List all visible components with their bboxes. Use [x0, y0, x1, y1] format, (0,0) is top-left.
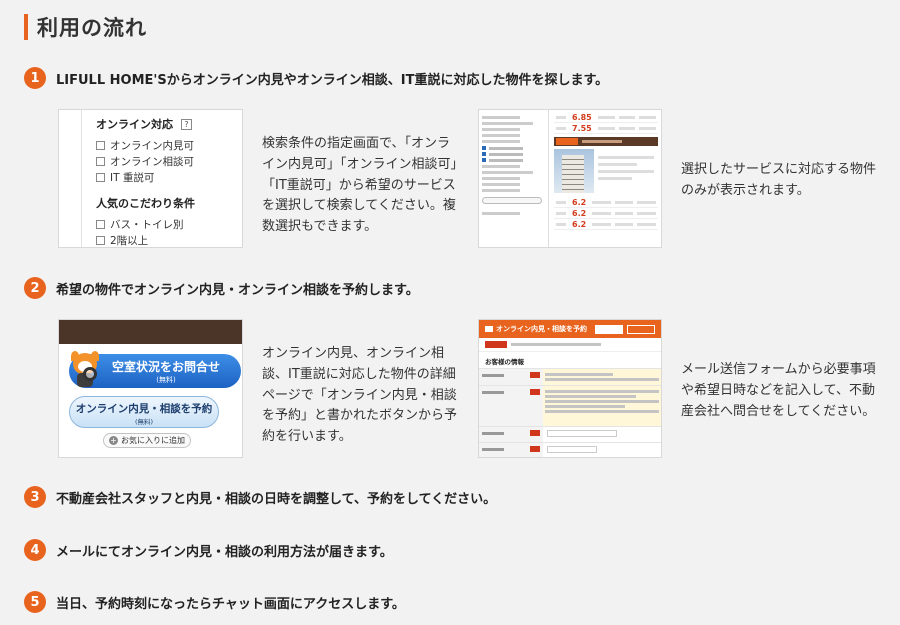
checkbox-label: オンライン内見可 [110, 139, 194, 152]
inquiry-form-screenshot: オンライン内見・相談を予約 お客様の情報 [478, 319, 662, 458]
form-header-title: オンライン内見・相談を予約 [496, 325, 587, 333]
checkbox-icon [96, 140, 105, 150]
result-row: 6.2 [554, 219, 658, 230]
results-list: 6.85 7.55 6.2 6.2 6.2 [551, 110, 661, 247]
step-4: 4 メールにてオンライン内見・相談の利用方法が届きます。 [24, 539, 393, 561]
step-1-desc-left: 検索条件の指定画面で、「オンライン内見可」「オンライン相談可」「IT重説可」から… [262, 136, 458, 235]
checkbox-online-consult: オンライン相談可 [96, 153, 242, 169]
checkbox-icon [96, 172, 105, 182]
page-title: 利用の流れ [24, 12, 147, 42]
help-icon: ? [181, 118, 192, 130]
step-2-desc-right: メール送信フォームから必要事項や希望日時などを記入して、不動産会社へ問合せをして… [681, 362, 876, 419]
kodawari-title: 人気のこだわり条件 [96, 195, 242, 211]
step-1: 1 LIFULL HOME'Sからオンライン内見やオンライン相談、IT重説に対応… [24, 67, 608, 89]
result-row: 7.55 [554, 123, 658, 134]
dark-header-strip [59, 320, 242, 344]
checkbox-label: バス・トイレ別 [110, 218, 184, 231]
online-reserve-label: オンライン内見・相談を予約 [75, 403, 213, 415]
checkbox-label: オンライン相談可 [110, 155, 194, 168]
form-property-row [479, 338, 661, 352]
mascot-icon [71, 351, 99, 387]
result-row: 6.2 [554, 208, 658, 219]
step-5: 5 当日、予約時刻になったらチャット画面にアクセスします。 [24, 591, 405, 613]
step-3-text: 不動産会社スタッフと内見・相談の日時を調整して、予約をしてください。 [56, 491, 497, 507]
form-section-title: お客様の情報 [485, 358, 524, 366]
step-number-badge: 5 [24, 591, 46, 613]
vacancy-inquiry-label: 空室状況をお問合せ [111, 360, 220, 374]
checkbox-online-viewing: オンライン内見可 [96, 137, 242, 153]
checkbox-bath-toilet: バス・トイレ別 [96, 216, 242, 232]
form-row [479, 426, 661, 442]
title-accent-bar [24, 14, 28, 40]
building-listing [554, 149, 658, 195]
step-2-text: 希望の物件でオンライン内見・オンライン相談を予約します。 [56, 282, 419, 298]
online-reserve-sub: (無料) [134, 418, 154, 426]
checkbox-label: 2階以上 [110, 234, 149, 247]
step-2: 2 希望の物件でオンライン内見・オンライン相談を予約します。 [24, 277, 419, 299]
search-filter-screenshot: オンライン対応 ? オンライン内見可 オンライン相談可 IT 重説可 人気のこだ… [58, 109, 243, 248]
step-3: 3 不動産会社スタッフと内見・相談の日時を調整して、予約をしてください。 [24, 486, 496, 508]
reserve-buttons-screenshot: 空室状況をお問合せ (無料) オンライン内見・相談を予約 (無料) + お気に入… [58, 319, 243, 458]
result-row: 6.85 [554, 112, 658, 123]
result-row: 6.2 [554, 197, 658, 208]
form-row [479, 442, 661, 457]
online-reserve-button: オンライン内見・相談を予約 (無料) [69, 396, 219, 428]
checkbox-second-floor: 2階以上 [96, 232, 242, 247]
kodawari-title-text: 人気のこだわり条件 [96, 197, 195, 210]
step-1-text: LIFULL HOME'Sからオンライン内見やオンライン相談、IT重説に対応した… [56, 72, 609, 88]
checkbox-icon [96, 219, 105, 229]
checkbox-icon [96, 156, 105, 166]
online-filter-title-text: オンライン対応 [96, 118, 173, 131]
online-filter-title: オンライン対応 ? [96, 116, 242, 132]
step-5-text: 当日、予約時刻になったらチャット画面にアクセスします。 [56, 596, 405, 612]
form-row [479, 368, 661, 385]
results-sidebar [479, 110, 549, 247]
step-number-badge: 2 [24, 277, 46, 299]
step-number-badge: 4 [24, 539, 46, 561]
plus-icon: + [109, 436, 118, 445]
search-results-screenshot: 6.85 7.55 6.2 6.2 6.2 [478, 109, 662, 248]
checkbox-icon [96, 235, 105, 245]
listing-header-bar [554, 137, 658, 146]
step-4-text: メールにてオンライン内見・相談の利用方法が届きます。 [56, 544, 393, 560]
form-row [479, 385, 661, 426]
step-2-desc-left: オンライン内見、オンライン相談、IT重説に対応した物件の詳細ページで「オンライン… [262, 346, 458, 445]
building-photo [554, 149, 594, 193]
step-1-desc-right: 選択したサービスに対応する物件のみが表示されます。 [681, 162, 877, 198]
add-favorite-button: + お気に入りに追加 [103, 433, 191, 448]
checkbox-it-juusetsu: IT 重説可 [96, 169, 242, 185]
form-header: オンライン内見・相談を予約 [479, 320, 661, 338]
checkbox-label: IT 重説可 [110, 171, 155, 184]
mail-icon [485, 326, 493, 332]
vacancy-inquiry-sub: (無料) [156, 376, 176, 384]
add-favorite-label: お気に入りに追加 [121, 436, 185, 445]
step-number-badge: 1 [24, 67, 46, 89]
step-number-badge: 3 [24, 486, 46, 508]
page-title-text: 利用の流れ [37, 16, 147, 40]
